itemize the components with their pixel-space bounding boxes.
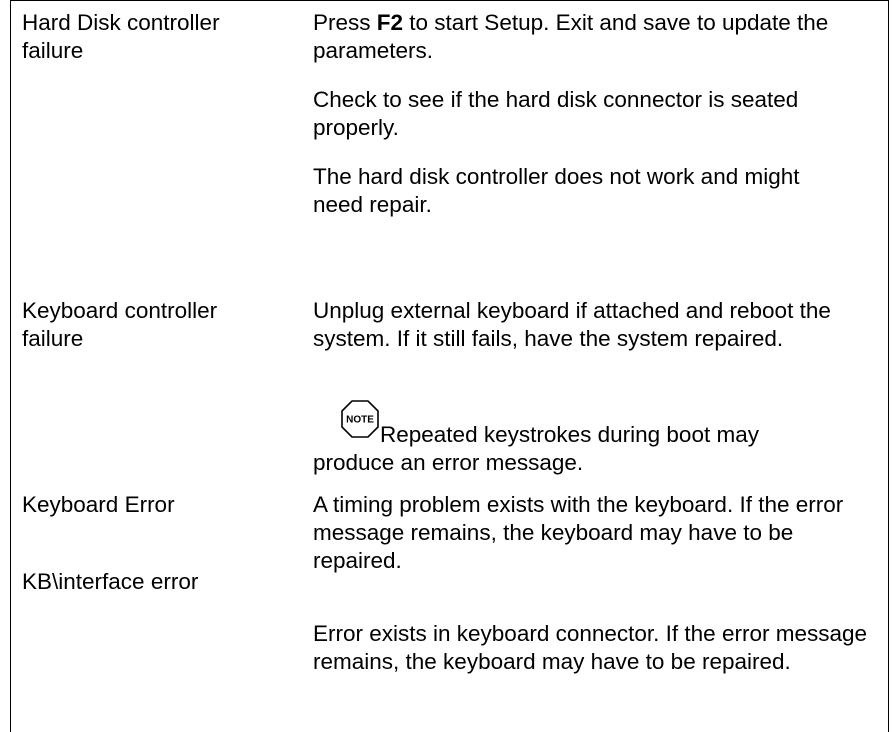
error-name-kb-interface: KB\interface error [22, 569, 199, 594]
note-icon-label: NOTE [346, 415, 374, 426]
solution-text: Unplug external keyboard if attached and… [313, 298, 831, 351]
key-label: F2 [376, 10, 404, 35]
error-name-keyboard-error: Keyboard Error [22, 492, 175, 517]
note-icon: NOTE [341, 400, 379, 438]
solution-text: Check to see if the hard disk connector … [313, 87, 799, 140]
solution-text: Press F2 to start Setup. Exit and save t… [313, 9, 878, 65]
solution-text: A timing problem exists with the keyboar… [313, 492, 844, 573]
solution-text: Error exists in keyboard connector. If t… [313, 621, 867, 674]
solution-text-part: Press [313, 10, 377, 35]
note-text: Repeated keystrokes during boot may [380, 422, 759, 447]
error-name-hard-disk-controller: Hard Disk controller failure [22, 10, 220, 63]
error-name-keyboard-controller: Keyboard controller failure [22, 298, 218, 351]
note-text: produce an error message. [313, 450, 584, 475]
solution-text: The hard disk controller does not work a… [313, 164, 800, 217]
